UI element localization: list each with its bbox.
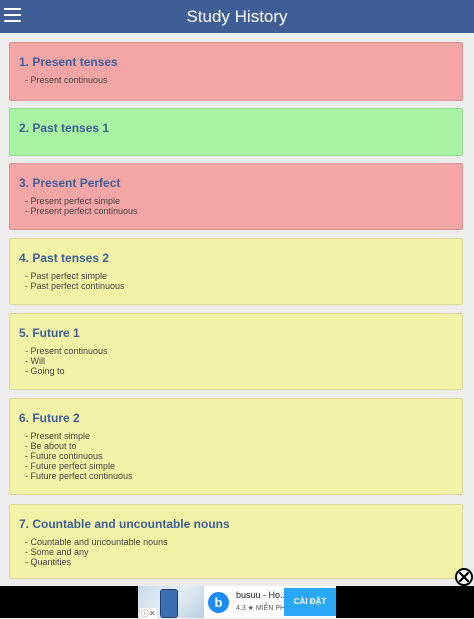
lesson-subtopic: - Quantities [25,557,72,567]
ad-banner[interactable]: ⓘ✕ b busuu - Họ... 4.3 ★ MIỄN PHÍ CÀI ĐẶ… [138,586,336,619]
close-circle-icon[interactable] [455,568,473,586]
lesson-subtopic: - Be about to [25,441,77,451]
ad-banner-bar: ⓘ✕ b busuu - Họ... 4.3 ★ MIỄN PHÍ CÀI ĐẶ… [0,586,474,619]
lesson-card[interactable]: 4. Past tenses 2 - Past perfect simple -… [9,238,463,305]
lesson-card[interactable]: 7. Countable and uncountable nouns - Cou… [9,504,463,579]
lesson-subtopic: - Past perfect simple [25,271,108,281]
lesson-card[interactable]: 5. Future 1 - Present continuous - Will … [9,313,463,390]
lesson-card[interactable]: 1. Present tenses - Present continuous [9,42,463,101]
lesson-subtopic: - Present continuous [25,75,108,85]
lesson-subtopic: - Future perfect continuous [25,471,133,481]
lesson-subtopic: - Present perfect continuous [25,206,138,216]
lesson-subtopic: - Some and any [25,547,89,557]
lesson-subtopic: - Countable and uncountable nouns [25,537,168,547]
lesson-subtopic: - Past perfect continuous [25,281,125,291]
ad-install-button[interactable]: CÀI ĐẶT [284,588,336,616]
lesson-subtopic: - Will [25,356,45,366]
lesson-title: 1. Present tenses [19,55,118,69]
ad-rating: 4.3 ★ MIỄN PHÍ [236,605,288,612]
lesson-card[interactable]: 2. Past tenses 1 [9,108,463,156]
lesson-subtopic: - Present simple [25,431,91,441]
app-bar: Study History [0,0,474,33]
lesson-subtopic: - Present continuous [25,346,108,356]
lesson-title: 3. Present Perfect [19,176,121,190]
lesson-subtopic: - Future perfect simple [25,461,116,471]
busuu-logo-icon: b [208,592,229,613]
lesson-list[interactable]: 1. Present tenses - Present continuous 2… [0,33,474,586]
ad-image[interactable]: ⓘ✕ [138,586,204,619]
ad-choices-icon[interactable]: ⓘ✕ [140,608,157,619]
lesson-card[interactable]: 3. Present Perfect - Present perfect sim… [9,163,463,230]
lesson-title: 6. Future 2 [19,411,80,425]
lesson-subtopic: - Present perfect simple [25,196,121,206]
lesson-title: 4. Past tenses 2 [19,251,110,265]
lesson-title: 2. Past tenses 1 [19,121,110,135]
lesson-title: 7. Countable and uncountable nouns [19,517,230,531]
page-title: Study History [186,7,288,26]
lesson-subtopic: - Future continuous [25,451,103,461]
lesson-subtopic: - Going to [25,366,65,376]
ad-app-name: busuu - Họ... [236,590,288,600]
lesson-card[interactable]: 6. Future 2 - Present simple - Be about … [9,398,463,495]
phone-illustration-icon [160,589,178,618]
lesson-title: 5. Future 1 [19,326,80,340]
